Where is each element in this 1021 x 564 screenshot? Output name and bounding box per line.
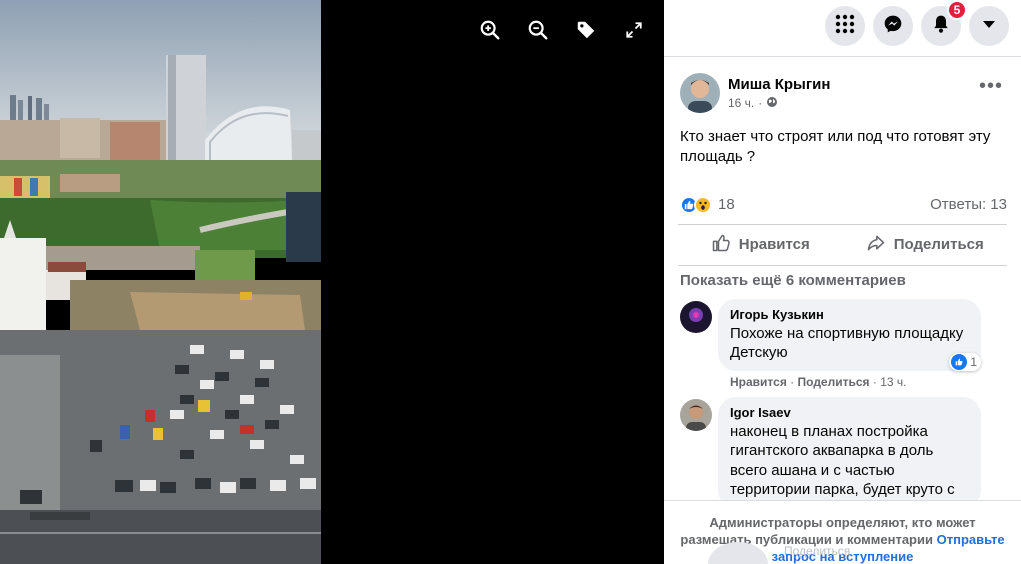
author-name[interactable]: Миша Крыгин — [728, 76, 830, 93]
commenter-avatar[interactable] — [680, 398, 712, 431]
top-bar: 5 — [664, 0, 1021, 52]
comment-text: Похоже на спортивную площадку Детскую — [730, 324, 964, 362]
post-options-icon[interactable]: ••• — [979, 75, 1003, 98]
post-panel: 5 Миша Крыгин 16 ч. · ••• Кто знает что … — [664, 0, 1021, 564]
comment-actions: Нравится · Поделиться · 13 ч. — [730, 374, 907, 389]
bell-icon — [931, 14, 951, 39]
author-avatar[interactable] — [680, 73, 720, 113]
show-more-comments[interactable]: Показать ещё 6 комментариев — [664, 266, 1021, 295]
comment-bubble: Игорь Кузькин Похоже на спортивную площа… — [718, 298, 981, 371]
footer-notice: Администраторы определяют, кто может раз… — [680, 515, 976, 547]
commenter-name[interactable]: Игорь Кузькин — [730, 307, 969, 322]
zoom-in-icon[interactable] — [478, 18, 502, 42]
group-permission-footer: Администраторы определяют, кто может раз… — [664, 500, 1021, 564]
thumbs-up-icon — [711, 233, 731, 257]
comment-reaction-count: 1 — [970, 354, 977, 369]
account-menu-button[interactable] — [969, 6, 1009, 46]
reactions-summary: 18 Ответы: 13 — [664, 168, 1021, 224]
comment-bubble: Igor Isaev наконец в планах постройка ги… — [718, 396, 981, 508]
post-text: Кто знает что строят или под что готовят… — [680, 128, 991, 166]
like-reaction-icon — [951, 353, 968, 370]
replies-count[interactable]: Ответы: 13 — [930, 196, 1007, 213]
post-time[interactable]: 16 ч. — [728, 96, 754, 110]
menu-button[interactable] — [825, 6, 865, 46]
comment-like-link[interactable]: Нравится — [730, 375, 787, 389]
separator-dot: · — [758, 96, 763, 110]
comment: Igor Isaev наконец в планах постройка ги… — [664, 393, 1021, 508]
photo-image — [0, 0, 321, 564]
post-meta: Миша Крыгин 16 ч. · — [728, 76, 830, 111]
messenger-icon — [883, 14, 903, 39]
grid-menu-icon — [835, 14, 855, 39]
commenter-avatar[interactable] — [680, 300, 712, 333]
messenger-button[interactable] — [873, 6, 913, 46]
notification-count-badge: 5 — [947, 0, 967, 20]
notifications-button[interactable]: 5 — [921, 0, 967, 46]
share-label: Поделиться — [893, 236, 984, 253]
comment: Игорь Кузькин Похоже на спортивную площа… — [664, 295, 1021, 393]
comment-time[interactable]: 13 ч. — [880, 375, 906, 389]
post-actions: Нравится Поделиться — [678, 223, 1008, 266]
like-label: Нравится — [738, 236, 810, 253]
composer-ghost-text: Поделиться — [784, 544, 851, 559]
viewer-toolbar — [478, 18, 646, 42]
wow-reaction-icon — [694, 195, 712, 214]
reactions-count-group[interactable]: 18 — [680, 195, 735, 214]
globe-icon — [766, 96, 778, 111]
photo[interactable] — [0, 0, 321, 564]
caret-down-icon — [982, 17, 996, 35]
comment-text: наконец в планах постройка гигантского а… — [730, 422, 955, 499]
commenter-name[interactable]: Igor Isaev — [730, 405, 969, 420]
comment-body: Igor Isaev наконец в планах постройка ги… — [718, 396, 981, 508]
comment-body: Игорь Кузькин Похоже на спортивную площа… — [718, 298, 981, 393]
comment-reaction-badge[interactable]: 1 — [949, 352, 981, 371]
tag-icon[interactable] — [574, 18, 598, 42]
share-icon — [866, 233, 886, 257]
post-header: Миша Крыгин 16 ч. · ••• — [664, 57, 1021, 113]
post-time-row: 16 ч. · — [728, 96, 830, 111]
photo-viewer — [0, 0, 664, 564]
reaction-icons — [680, 195, 712, 214]
share-button[interactable]: Поделиться — [843, 225, 1008, 265]
reactions-count: 18 — [718, 196, 735, 213]
comment-share-link[interactable]: Поделиться — [798, 375, 870, 389]
fullscreen-icon[interactable] — [622, 18, 646, 42]
like-button[interactable]: Нравится — [678, 225, 843, 265]
zoom-out-icon[interactable] — [526, 18, 550, 42]
